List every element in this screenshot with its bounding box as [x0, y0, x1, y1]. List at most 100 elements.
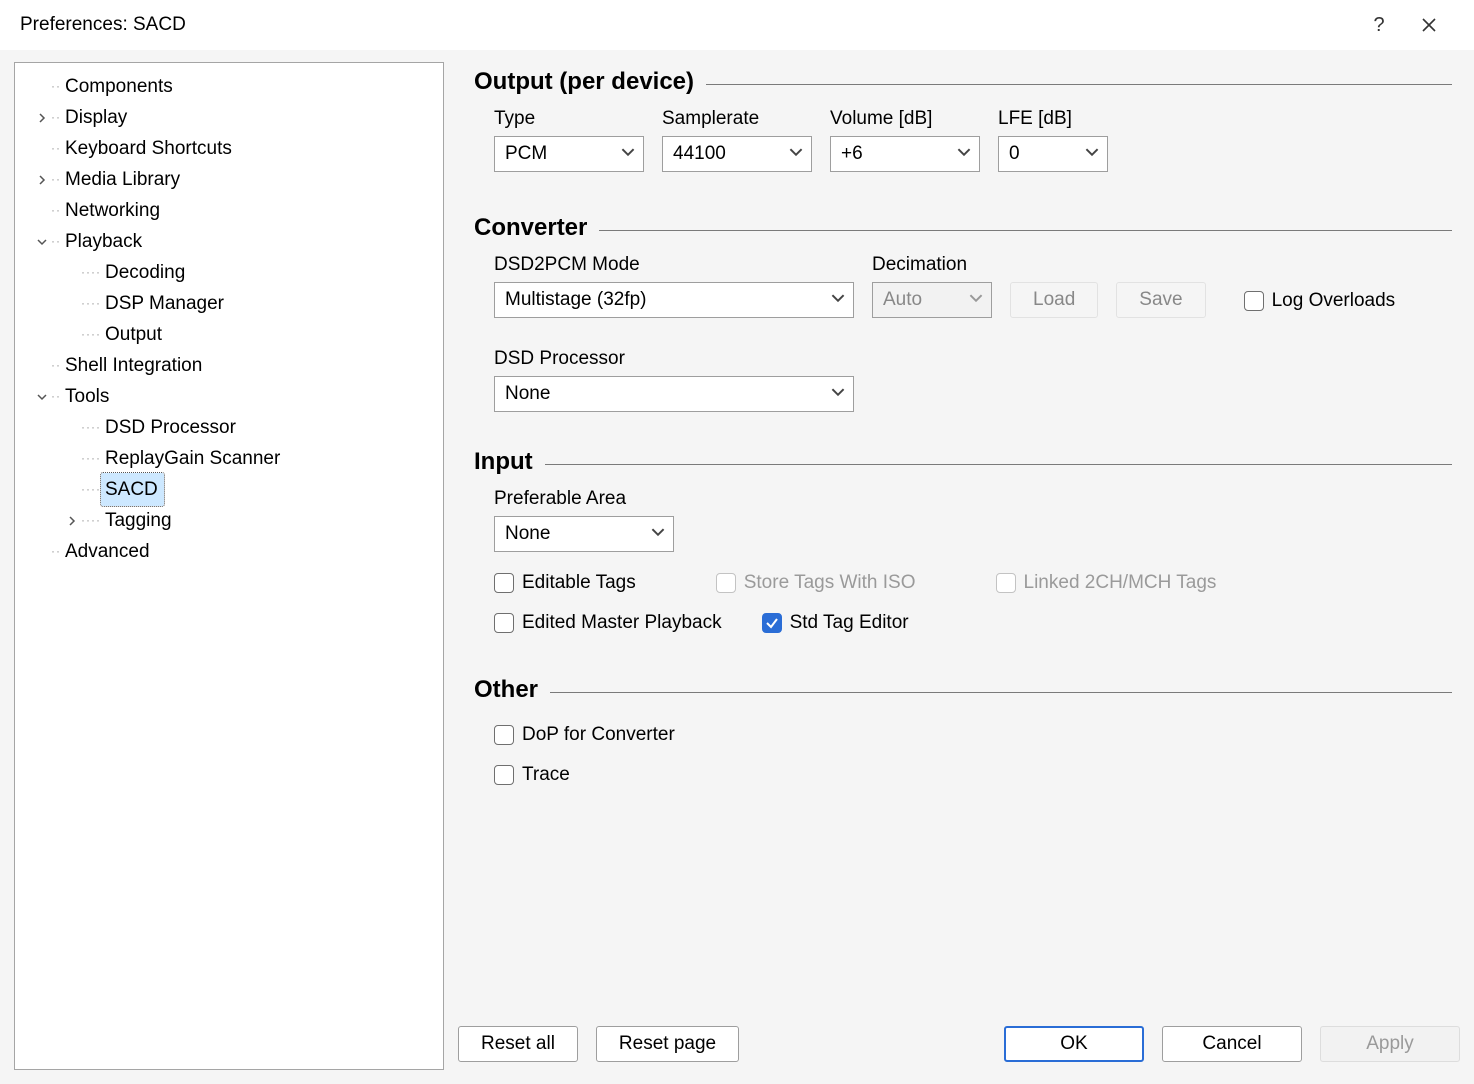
chevron-down-icon: [831, 289, 845, 311]
tree-item-shell-integration[interactable]: ·· Shell Integration: [21, 350, 443, 381]
twisty-icon: [63, 516, 81, 526]
window-title: Preferences: SACD: [20, 14, 186, 36]
twisty-icon: [33, 175, 51, 185]
apply-button[interactable]: Apply: [1320, 1026, 1460, 1062]
tree-item-label: ReplayGain Scanner: [101, 442, 286, 475]
combo-volume[interactable]: +6: [830, 136, 980, 172]
tree-item-playback[interactable]: ·· Playback: [21, 226, 443, 257]
tree-item-replaygain-scanner[interactable]: ···· ReplayGain Scanner: [21, 443, 443, 474]
checkbox-log-overloads[interactable]: Log Overloads: [1244, 290, 1396, 312]
label-type: Type: [494, 108, 644, 130]
section-header-input: Input: [474, 448, 1452, 476]
tree-item-label: Tagging: [101, 504, 178, 537]
tree-item-keyboard-shortcuts[interactable]: ·· Keyboard Shortcuts: [21, 133, 443, 164]
label-samplerate: Samplerate: [662, 108, 812, 130]
checkbox-editable-tags[interactable]: Editable Tags: [494, 572, 636, 594]
tree-item-label: Display: [61, 101, 133, 134]
combo-dsd-processor[interactable]: None: [494, 376, 854, 412]
checkbox-trace[interactable]: Trace: [494, 764, 1452, 786]
label-decimation: Decimation: [872, 254, 992, 276]
close-icon: [1421, 17, 1437, 33]
titlebar: Preferences: SACD ?: [0, 0, 1474, 50]
tree-item-dsd-processor[interactable]: ···· DSD Processor: [21, 412, 443, 443]
chevron-down-icon: [651, 523, 665, 545]
tree-item-networking[interactable]: ·· Networking: [21, 195, 443, 226]
twisty-icon: [33, 113, 51, 123]
close-button[interactable]: [1404, 5, 1454, 45]
tree-item-label: Components: [61, 70, 179, 103]
preferences-panel-sacd: Output (per device) Type PCM Samplerate …: [444, 62, 1460, 1070]
twisty-icon: [33, 392, 51, 402]
tree-item-tagging[interactable]: ···· Tagging: [21, 505, 443, 536]
check-icon: [765, 616, 779, 630]
tree-item-media-library[interactable]: ·· Media Library: [21, 164, 443, 195]
preferences-window: Preferences: SACD ? ·· Components·· Disp…: [0, 0, 1474, 1084]
checkbox-edited-master-playback[interactable]: Edited Master Playback: [494, 612, 722, 634]
chevron-down-icon: [789, 143, 803, 165]
cancel-button[interactable]: Cancel: [1162, 1026, 1302, 1062]
tree-item-label: Tools: [61, 380, 115, 413]
combo-preferable-area[interactable]: None: [494, 516, 674, 552]
label-volume: Volume [dB]: [830, 108, 980, 130]
tree-item-label: Media Library: [61, 163, 186, 196]
tree-item-tools[interactable]: ·· Tools: [21, 381, 443, 412]
tree-item-label: DSP Manager: [101, 287, 230, 320]
combo-lfe[interactable]: 0: [998, 136, 1108, 172]
tree-item-label: DSD Processor: [101, 411, 242, 444]
tree-item-label: Decoding: [101, 256, 191, 289]
preferences-tree[interactable]: ·· Components·· Display·· Keyboard Short…: [14, 62, 444, 1070]
label-lfe: LFE [dB]: [998, 108, 1108, 130]
tree-item-advanced[interactable]: ·· Advanced: [21, 536, 443, 567]
checkbox-store-tags-iso[interactable]: Store Tags With ISO: [716, 572, 916, 594]
chevron-down-icon: [621, 143, 635, 165]
checkbox-dop-for-converter[interactable]: DoP for Converter: [494, 724, 1452, 746]
section-title-converter: Converter: [474, 214, 587, 242]
chevron-down-icon: [969, 289, 983, 311]
checkbox-linked-2ch-mch[interactable]: Linked 2CH/MCH Tags: [996, 572, 1217, 594]
combo-volume-value: +6: [841, 143, 863, 165]
tree-item-label: SACD: [101, 473, 164, 506]
tree-item-dsp-manager[interactable]: ···· DSP Manager: [21, 288, 443, 319]
checkbox-std-tag-editor[interactable]: Std Tag Editor: [762, 612, 909, 634]
combo-decimation-value: Auto: [883, 289, 922, 311]
help-button[interactable]: ?: [1354, 5, 1404, 45]
tree-item-output[interactable]: ···· Output: [21, 319, 443, 350]
chevron-down-icon: [957, 143, 971, 165]
label-preferable-area: Preferable Area: [494, 488, 674, 510]
load-button[interactable]: Load: [1010, 282, 1098, 318]
combo-type[interactable]: PCM: [494, 136, 644, 172]
tree-item-label: Networking: [61, 194, 166, 227]
section-title-output: Output (per device): [474, 68, 694, 96]
tree-item-decoding[interactable]: ···· Decoding: [21, 257, 443, 288]
tree-item-label: Playback: [61, 225, 148, 258]
tree-item-label: Advanced: [61, 535, 156, 568]
section-header-output: Output (per device): [474, 68, 1452, 96]
tree-item-components[interactable]: ·· Components: [21, 71, 443, 102]
chevron-down-icon: [831, 383, 845, 405]
combo-type-value: PCM: [505, 143, 547, 165]
combo-decimation[interactable]: Auto: [872, 282, 992, 318]
save-button[interactable]: Save: [1116, 282, 1205, 318]
combo-samplerate-value: 44100: [673, 143, 726, 165]
tree-item-label: Shell Integration: [61, 349, 208, 382]
tree-item-display[interactable]: ·· Display: [21, 102, 443, 133]
tree-item-label: Output: [101, 318, 168, 351]
section-title-other: Other: [474, 676, 538, 704]
reset-page-button[interactable]: Reset page: [596, 1026, 739, 1062]
tree-item-sacd[interactable]: ···· SACD: [21, 474, 443, 505]
section-header-converter: Converter: [474, 214, 1452, 242]
section-header-other: Other: [474, 676, 1452, 704]
combo-samplerate[interactable]: 44100: [662, 136, 812, 172]
ok-button[interactable]: OK: [1004, 1026, 1144, 1062]
chevron-down-icon: [1085, 143, 1099, 165]
tree-item-label: Keyboard Shortcuts: [61, 132, 238, 165]
section-title-input: Input: [474, 448, 533, 476]
combo-lfe-value: 0: [1009, 143, 1020, 165]
label-dsd-processor: DSD Processor: [494, 348, 854, 370]
combo-dsd2pcm-mode-value: Multistage (32fp): [505, 289, 647, 311]
combo-dsd2pcm-mode[interactable]: Multistage (32fp): [494, 282, 854, 318]
label-dsd2pcm-mode: DSD2PCM Mode: [494, 254, 854, 276]
twisty-icon: [33, 237, 51, 247]
reset-all-button[interactable]: Reset all: [458, 1026, 578, 1062]
combo-dsd-processor-value: None: [505, 383, 550, 405]
